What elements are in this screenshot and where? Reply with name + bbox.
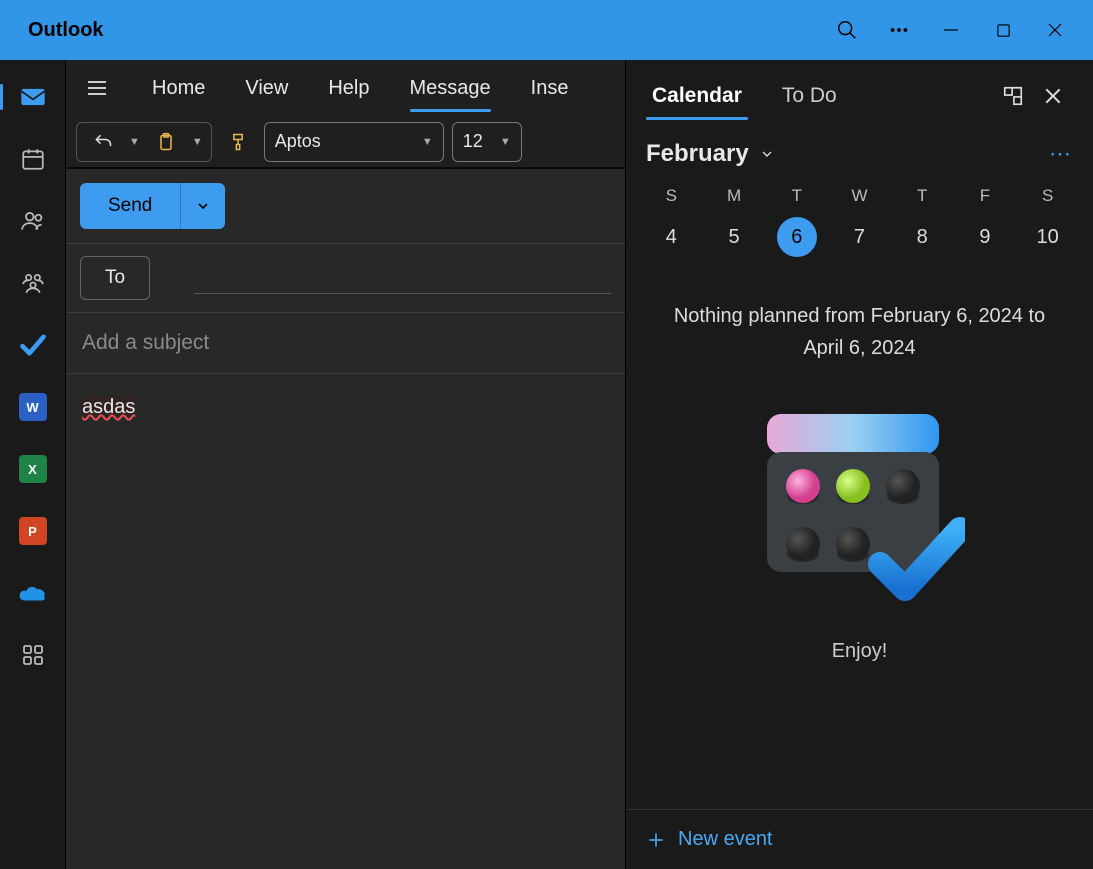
- body-text: asdas: [82, 396, 135, 418]
- calendar-illustration: [755, 404, 965, 604]
- close-button[interactable]: [1029, 0, 1081, 60]
- rail-mail[interactable]: [16, 80, 50, 114]
- chevron-down-icon: ▼: [500, 136, 511, 148]
- empty-schedule-message: Nothing planned from February 6, 2024 to…: [626, 268, 1093, 384]
- paste-button[interactable]: [148, 122, 184, 162]
- rail-more-apps[interactable]: [16, 638, 50, 672]
- day-header: M: [703, 186, 766, 206]
- panel-tab-todo[interactable]: To Do: [776, 60, 843, 132]
- new-event-label: New event: [678, 828, 773, 851]
- hamburger-icon[interactable]: [74, 65, 120, 111]
- month-selector-row: February ⋯: [626, 132, 1093, 176]
- send-dropdown[interactable]: [181, 183, 225, 229]
- format-painter-button[interactable]: [220, 122, 256, 162]
- calendar-panel: Calendar To Do February ⋯ S M T W T F: [625, 60, 1093, 869]
- titlebar: Outlook: [0, 0, 1093, 60]
- ribbon-tabs: Home View Help Message Inse: [66, 60, 625, 116]
- rail-powerpoint[interactable]: P: [16, 514, 50, 548]
- day-header: S: [1016, 186, 1079, 206]
- panel-tab-calendar[interactable]: Calendar: [646, 60, 748, 132]
- search-icon[interactable]: [821, 0, 873, 60]
- enjoy-label: Enjoy!: [626, 640, 1093, 663]
- chevron-down-icon[interactable]: ▼: [129, 136, 140, 148]
- day-cell[interactable]: 8: [891, 216, 954, 258]
- new-event-button[interactable]: New event: [646, 828, 1073, 851]
- to-button[interactable]: To: [80, 256, 150, 300]
- tab-help[interactable]: Help: [312, 60, 385, 116]
- tab-message[interactable]: Message: [394, 60, 507, 116]
- day-header: F: [954, 186, 1017, 206]
- expand-icon[interactable]: [993, 76, 1033, 116]
- format-toolbar: ▼ ▼ Aptos ▼ 12 ▼: [66, 116, 625, 168]
- day-cell[interactable]: 4: [640, 216, 703, 258]
- panel-footer: New event: [626, 809, 1093, 869]
- chevron-down-icon[interactable]: ▼: [192, 136, 203, 148]
- month-selector[interactable]: February: [646, 140, 775, 168]
- app-rail: W X P: [0, 60, 66, 869]
- tab-home[interactable]: Home: [136, 60, 221, 116]
- tab-insert[interactable]: Inse: [515, 60, 585, 116]
- subject-row: [66, 313, 625, 374]
- font-family-select[interactable]: Aptos ▼: [264, 122, 444, 162]
- rail-calendar[interactable]: [16, 142, 50, 176]
- day-cell[interactable]: 5: [703, 216, 766, 258]
- maximize-button[interactable]: [977, 0, 1029, 60]
- message-body[interactable]: asdas: [66, 374, 625, 869]
- subject-input[interactable]: [82, 331, 609, 355]
- rail-todo[interactable]: [16, 328, 50, 362]
- rail-onedrive[interactable]: [16, 576, 50, 610]
- calendar-more-icon[interactable]: ⋯: [1049, 141, 1073, 167]
- day-cell-today[interactable]: 6: [765, 216, 828, 258]
- minimize-button[interactable]: [925, 0, 977, 60]
- panel-tabs: Calendar To Do: [626, 60, 1093, 132]
- send-row: Send: [66, 169, 625, 244]
- compose-area: Home View Help Message Inse ▼ ▼ Aptos: [66, 60, 625, 869]
- to-input[interactable]: [194, 262, 611, 294]
- more-icon[interactable]: [873, 0, 925, 60]
- week-grid: S M T W T F S 4 5 6 7 8 9 10: [626, 176, 1093, 268]
- undo-paste-group: ▼ ▼: [76, 122, 212, 162]
- close-panel-icon[interactable]: [1033, 76, 1073, 116]
- day-header: S: [640, 186, 703, 206]
- rail-people[interactable]: [16, 204, 50, 238]
- rail-groups[interactable]: [16, 266, 50, 300]
- day-cell[interactable]: 10: [1016, 216, 1079, 258]
- day-cell[interactable]: 7: [828, 216, 891, 258]
- font-size-value: 12: [463, 131, 483, 152]
- compose-body: Send To asdas: [66, 168, 625, 869]
- day-header: W: [828, 186, 891, 206]
- day-header: T: [891, 186, 954, 206]
- day-cell[interactable]: 9: [954, 216, 1017, 258]
- rail-excel[interactable]: X: [16, 452, 50, 486]
- font-family-value: Aptos: [275, 131, 321, 152]
- tab-view[interactable]: View: [229, 60, 304, 116]
- font-size-select[interactable]: 12 ▼: [452, 122, 522, 162]
- recipient-row: To: [66, 244, 625, 313]
- app-title: Outlook: [28, 19, 821, 42]
- day-header: T: [765, 186, 828, 206]
- send-button[interactable]: Send: [80, 183, 181, 229]
- send-split-button: Send: [80, 183, 225, 229]
- undo-button[interactable]: [85, 122, 121, 162]
- month-label: February: [646, 140, 749, 168]
- chevron-down-icon: ▼: [422, 136, 433, 148]
- rail-word[interactable]: W: [16, 390, 50, 424]
